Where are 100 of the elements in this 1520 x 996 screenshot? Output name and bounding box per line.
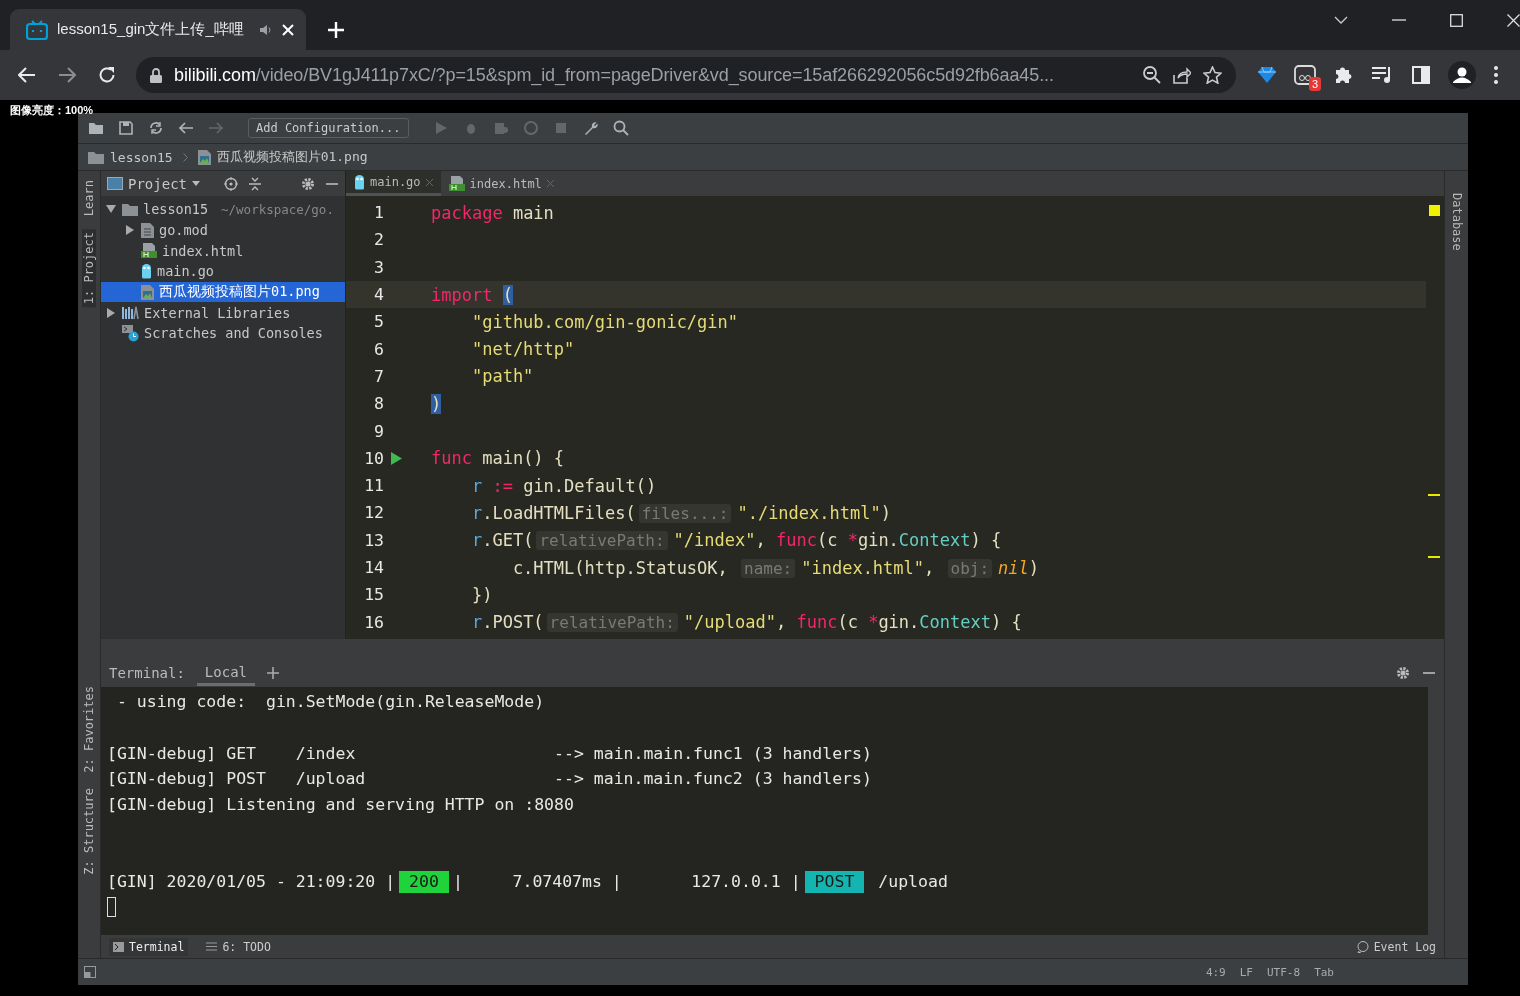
code-line: }) xyxy=(470,584,493,605)
save-icon[interactable] xyxy=(118,120,134,136)
settings-icon[interactable] xyxy=(1396,666,1410,680)
caret-icon xyxy=(192,181,200,186)
terminal-line: [GIN-debug] GET /index --> main.main.func1 (3 handlers) xyxy=(107,743,872,763)
tree-item[interactable]: lesson15 ~/workspace/go. xyxy=(101,199,345,220)
reload-icon[interactable] xyxy=(98,66,116,84)
status-item[interactable]: Tab xyxy=(1314,965,1334,979)
profile-icon[interactable] xyxy=(1448,61,1476,89)
maximize-icon[interactable] xyxy=(1450,13,1463,27)
collapsed-arrow-icon[interactable] xyxy=(107,307,115,318)
terminal-cursor xyxy=(107,897,116,918)
code-line: import ( xyxy=(431,284,513,305)
bubble-icon xyxy=(1356,940,1369,953)
breadcrumb-item[interactable]: lesson15 xyxy=(110,149,173,165)
line-number: 5 xyxy=(373,311,385,334)
run-configuration-dropdown[interactable]: Add Configuration... xyxy=(248,118,409,138)
library-icon xyxy=(122,306,139,320)
tv-icon xyxy=(26,19,48,40)
chevron-down-icon[interactable] xyxy=(1334,16,1348,24)
code-line: "path" xyxy=(470,366,534,387)
status-item[interactable]: UTF-8 xyxy=(1267,965,1301,979)
star-icon[interactable] xyxy=(1203,66,1222,84)
sidebar-icon[interactable] xyxy=(1412,66,1430,84)
back-icon[interactable] xyxy=(18,67,36,83)
event-log-button[interactable]: Event Log xyxy=(1356,939,1436,954)
code-line: package main xyxy=(431,202,554,223)
code-line: "github.com/gin-gonic/gin" xyxy=(470,311,739,332)
gem-icon[interactable] xyxy=(1258,66,1276,84)
lock-icon xyxy=(150,67,162,83)
line-number: 6 xyxy=(373,338,385,361)
line-number: 9 xyxy=(373,420,385,443)
browser-tab[interactable]: lesson15_gin文件上传_哔哩 xyxy=(10,9,306,50)
breadcrumb-item[interactable]: 西瓜视频投稿图片01.png xyxy=(216,148,368,166)
collapsed-arrow-icon[interactable] xyxy=(126,225,134,236)
chevron-right-icon xyxy=(182,152,188,162)
puzzle-icon[interactable] xyxy=(1334,65,1354,85)
notification-badge: 3 xyxy=(1308,77,1321,91)
run-icon[interactable] xyxy=(391,451,402,465)
tool-window-tab[interactable]: Database xyxy=(1449,189,1464,255)
tool-window-tab[interactable]: Learn xyxy=(82,177,96,220)
tree-item[interactable]: Scratches and Consoles xyxy=(101,323,345,344)
tree-item[interactable]: External Libraries xyxy=(101,302,345,324)
code-line: r := gin.Default() xyxy=(470,475,657,496)
editor-tab[interactable]: index.html xyxy=(440,171,562,196)
tree-item[interactable]: index.html xyxy=(101,240,345,262)
speaker-icon xyxy=(259,22,273,37)
zoom-out-icon[interactable] xyxy=(1143,66,1161,84)
terminal-line: - using code: gin.SetMode(gin.ReleaseMode) xyxy=(115,692,545,712)
collapse-icon[interactable] xyxy=(248,176,262,191)
status-item[interactable]: LF xyxy=(1239,965,1253,979)
terminal-line: [GIN-debug] Listening and serving HTTP on :8080 xyxy=(107,795,574,815)
terminal-icon xyxy=(113,941,124,952)
address-bar[interactable]: bilibili.com/video/BV1gJ411p7xC/?p=15&spm_id_from=pageDriver&vd_source=15af266292056c5d92fb6aa45... xyxy=(136,57,1236,93)
locate-icon[interactable] xyxy=(224,176,238,191)
tool-window-tab[interactable]: Terminal xyxy=(109,937,189,956)
back-icon[interactable] xyxy=(178,120,194,136)
tool-window-tab[interactable]: 1: Project xyxy=(82,229,96,308)
code-line: r.GET( relativePath: "/index", func(c *gin.Context) { xyxy=(470,530,1002,551)
list-icon xyxy=(206,942,218,951)
brightness-label: 图像亮度：100% xyxy=(10,104,94,116)
file-icon xyxy=(141,222,154,238)
status-item[interactable]: 4:9 xyxy=(1205,965,1226,979)
scratch-icon xyxy=(122,324,139,342)
tool-window-tab[interactable]: Z: Structure xyxy=(82,785,96,878)
tree-item[interactable]: main.go xyxy=(101,261,345,282)
tool-window-tab[interactable]: 6: TODO xyxy=(206,939,271,954)
line-number: 8 xyxy=(373,393,385,416)
search-icon[interactable] xyxy=(612,120,629,136)
folder-icon xyxy=(122,202,138,216)
line-number: 11 xyxy=(363,475,385,498)
share-icon[interactable] xyxy=(1173,66,1191,84)
code-line: r.POST( relativePath: "/upload", func(c *gin.Context) { xyxy=(470,612,1022,633)
tree-item[interactable]: go.mod xyxy=(101,219,345,241)
line-number: 3 xyxy=(373,256,385,279)
code-line: func main() { xyxy=(431,448,565,469)
url-text[interactable]: bilibili.com/video/BV1gJ411p7xC/?p=15&spm_id_from=pageDriver&vd_source=15af266292056c5d92fb6aa45... xyxy=(174,64,1131,86)
forward-icon[interactable] xyxy=(58,67,76,83)
terminal-line: [GIN-debug] POST /upload --> main.main.func2 (3 handlers) xyxy=(107,769,872,789)
line-number: 14 xyxy=(363,557,385,579)
line-number: 7 xyxy=(373,365,385,388)
editor-tab[interactable]: main.go xyxy=(346,171,441,196)
tool-window-tab[interactable]: 2: Favorites xyxy=(82,682,96,776)
folder-icon[interactable] xyxy=(88,120,104,136)
tree-item[interactable]: 西瓜视频投稿图片01.png xyxy=(101,281,345,303)
expanded-arrow-icon[interactable] xyxy=(106,205,116,214)
terminal-text: | 7.07407ms | 127.0.0.1 | xyxy=(452,872,801,892)
go-icon xyxy=(354,174,365,190)
html-icon xyxy=(448,176,465,191)
html-icon xyxy=(141,243,157,259)
code-line: c.HTML(http.StatusOK, name: "index.html", obj: nil) xyxy=(511,557,1040,578)
settings-icon[interactable] xyxy=(301,176,315,191)
sync-icon[interactable] xyxy=(148,120,164,136)
panel-toggle-icon[interactable] xyxy=(84,966,96,978)
line-number: 12 xyxy=(363,502,385,525)
terminal-title: Terminal: xyxy=(109,665,185,681)
line-number: 15 xyxy=(363,584,385,607)
line-number: 2 xyxy=(373,229,385,252)
menu-icon[interactable] xyxy=(1494,66,1498,84)
line-number: 16 xyxy=(363,611,385,634)
